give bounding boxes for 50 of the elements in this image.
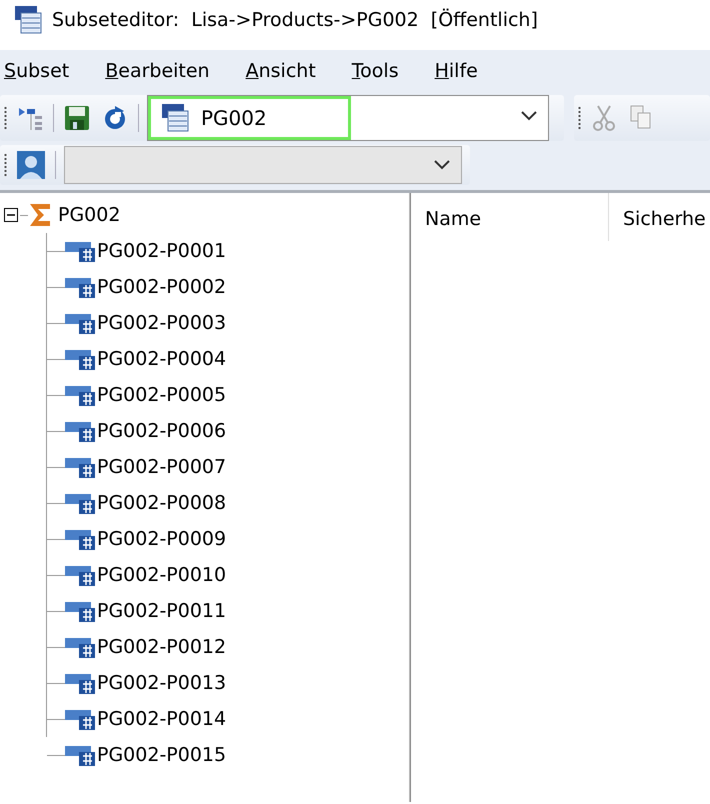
element-icon <box>65 636 97 658</box>
tree-node[interactable]: PG002-P0010 <box>97 560 226 590</box>
user-icon[interactable] <box>17 151 45 179</box>
tree-node[interactable]: PG002-P0013 <box>97 668 226 698</box>
element-icon <box>65 312 97 334</box>
element-icon <box>65 240 97 262</box>
menu-item[interactable]: Ansicht <box>242 56 320 86</box>
window-title: Subseteditor: Lisa->Products->PG002 [Öffentlich] <box>52 8 538 33</box>
subset-dropdown[interactable]: PG002 <box>147 95 549 141</box>
sum-icon <box>28 202 52 228</box>
tree-node[interactable]: PG002-P0015 <box>97 740 226 770</box>
tree-node[interactable]: PG002-P0009 <box>97 524 226 554</box>
tree-node[interactable]: PG002-P0008 <box>97 488 226 518</box>
save-icon[interactable] <box>64 105 90 131</box>
column-header[interactable]: Name <box>411 193 609 241</box>
element-icon <box>65 456 97 478</box>
element-icon <box>65 492 97 514</box>
element-icon <box>65 672 97 694</box>
element-icon <box>65 528 97 550</box>
tree-node[interactable]: PG002-P0006 <box>97 416 226 446</box>
element-icon <box>65 420 97 442</box>
tree-node[interactable]: PG002-P0014 <box>97 704 226 734</box>
subset-icon <box>161 103 189 133</box>
tree-node[interactable]: PG002 <box>58 200 120 230</box>
tree-node[interactable]: PG002-P0003 <box>97 308 226 338</box>
tree-node[interactable]: PG002-P0011 <box>97 596 226 626</box>
element-icon <box>65 744 97 766</box>
collapse-toggle[interactable] <box>4 208 18 222</box>
combo-value: PG002 <box>201 105 267 132</box>
tree-node[interactable]: PG002-P0012 <box>97 632 226 662</box>
tree-node[interactable]: PG002-P0001 <box>97 236 226 266</box>
element-icon <box>65 708 97 730</box>
tree-node[interactable]: PG002-P0002 <box>97 272 226 302</box>
menu-item[interactable]: Bearbeiten <box>101 56 214 86</box>
element-icon <box>65 564 97 586</box>
tree-node[interactable]: PG002-P0004 <box>97 344 226 374</box>
refresh-icon[interactable] <box>102 105 128 131</box>
element-icon <box>65 384 97 406</box>
element-icon <box>65 276 97 298</box>
tree-node[interactable]: PG002-P0005 <box>97 380 226 410</box>
menu-item[interactable]: Hilfe <box>430 56 482 86</box>
caret-icon <box>433 159 451 171</box>
caret-icon <box>520 110 538 122</box>
menu-item[interactable]: Tools <box>348 56 403 86</box>
element-icon <box>65 348 97 370</box>
tree-node[interactable]: PG002-P0007 <box>97 452 226 482</box>
app-icon <box>14 5 42 35</box>
column-header[interactable]: Sicherhe <box>609 193 710 241</box>
menu-item[interactable]: Subset <box>0 56 74 86</box>
element-icon <box>65 600 97 622</box>
